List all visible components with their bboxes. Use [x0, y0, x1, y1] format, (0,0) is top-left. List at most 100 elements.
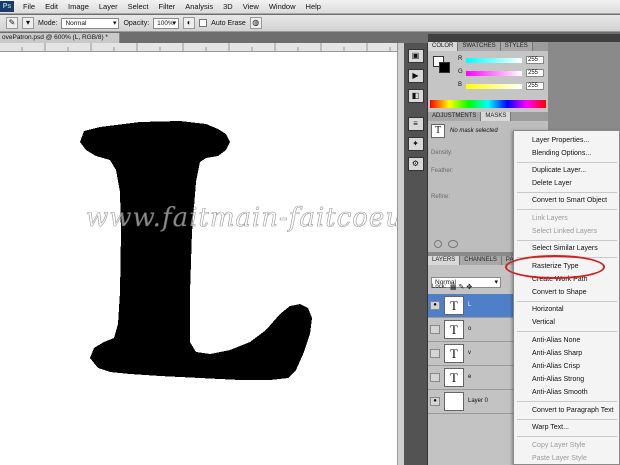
layer-name: Layer 0	[468, 398, 489, 404]
density-label: Density:	[431, 150, 453, 156]
tablet-pressure-icon[interactable]: ◍	[249, 17, 262, 29]
lock-label: Lock:	[432, 284, 447, 290]
menu-item-anti-alias-crisp[interactable]: Anti-Alias Crisp	[532, 363, 580, 370]
menu-separator	[517, 209, 617, 210]
eye-icon[interactable]: ●	[430, 301, 440, 310]
menu-image[interactable]: Image	[63, 2, 94, 11]
background-color-swatch[interactable]	[439, 62, 450, 73]
menu-file[interactable]: File	[18, 2, 40, 11]
text-layer-thumb: T	[444, 344, 464, 363]
vertical-scrollbar[interactable]	[397, 43, 404, 465]
menu-item-convert-to-shape[interactable]: Convert to Shape	[532, 289, 586, 296]
menu-item-vertical[interactable]: Vertical	[532, 319, 555, 326]
clone-source-icon[interactable]: ✦	[407, 137, 424, 151]
tab-adjustments[interactable]: ADJUSTMENTS	[428, 112, 482, 121]
red-slider[interactable]	[466, 58, 522, 63]
lock-icons[interactable]: ▦ ✎ ✥	[450, 283, 472, 291]
blue-label: B	[458, 82, 463, 88]
menu-separator	[517, 192, 617, 193]
text-layer-thumb: T	[444, 296, 464, 315]
tool-presets-icon[interactable]: ⚙	[407, 157, 424, 171]
menu-select[interactable]: Select	[123, 2, 154, 11]
navigator-icon[interactable]: ◧	[407, 89, 424, 103]
menu-view[interactable]: View	[238, 2, 264, 11]
brushes-icon[interactable]: ≡	[407, 117, 424, 131]
layer-row-layer-0[interactable]: ● Layer 0	[428, 390, 518, 414]
menu-item-delete-layer[interactable]: Delete Layer	[532, 180, 572, 187]
text-layer-thumb: T	[444, 320, 464, 339]
tab-masks[interactable]: MASKS	[481, 112, 512, 121]
menu-3d[interactable]: 3D	[218, 2, 238, 11]
green-slider[interactable]	[466, 71, 522, 76]
opacity-field[interactable]: 100%	[153, 17, 180, 29]
menu-edit[interactable]: Edit	[40, 2, 63, 11]
layers-panel-tabs: LAYERS CHANNELS PA	[428, 256, 519, 265]
blue-slider-row: B 255	[458, 82, 548, 92]
eye-icon[interactable]: ●	[430, 397, 440, 406]
opacity-label: Opacity:	[123, 19, 150, 27]
tab-color[interactable]: COLOR	[428, 42, 459, 51]
pressure-opacity-icon[interactable]: ◐	[183, 17, 196, 29]
menu-item-select-similar-layers[interactable]: Select Similar Layers	[532, 245, 598, 252]
blue-value-field[interactable]: 255	[526, 82, 544, 90]
document-canvas[interactable]	[0, 52, 397, 465]
actions-icon[interactable]: ▶	[407, 69, 424, 83]
panel-icon-strip: ▣ ▶ ◧ ≡ ✦ ⚙	[404, 43, 428, 465]
brush-preset-icon[interactable]: ▾	[22, 17, 34, 29]
red-slider-row: R 255	[458, 56, 548, 66]
menu-item-anti-alias-sharp[interactable]: Anti-Alias Sharp	[532, 350, 582, 357]
menu-item-warp-text[interactable]: Warp Text...	[532, 424, 569, 431]
mode-label: Mode:	[38, 19, 58, 27]
tab-channels[interactable]: CHANNELS	[460, 256, 502, 265]
menu-item-convert-smart-object[interactable]: Convert to Smart Object	[532, 197, 607, 204]
menu-item-horizontal[interactable]: Horizontal	[532, 306, 564, 313]
menu-help[interactable]: Help	[301, 2, 326, 11]
layer-row-v[interactable]: T v	[428, 342, 518, 366]
layer-context-menu: Layer Properties... Blending Options... …	[513, 130, 620, 465]
menu-item-duplicate-layer[interactable]: Duplicate Layer...	[532, 167, 586, 174]
menu-item-anti-alias-strong[interactable]: Anti-Alias Strong	[532, 376, 584, 383]
history-icon[interactable]: ▣	[407, 49, 424, 63]
menu-analysis[interactable]: Analysis	[180, 2, 218, 11]
tab-layers[interactable]: LAYERS	[428, 256, 461, 265]
eye-icon[interactable]	[430, 325, 440, 334]
menu-item-anti-alias-smooth[interactable]: Anti-Alias Smooth	[532, 389, 588, 396]
mode-select[interactable]: Normal	[61, 17, 120, 29]
layer-row-l[interactable]: ● T L	[428, 294, 518, 318]
layer-name: o	[468, 326, 472, 332]
visibility-icon[interactable]	[448, 240, 458, 248]
tab-swatches[interactable]: SWATCHES	[458, 42, 501, 51]
menu-separator	[517, 240, 617, 241]
green-label: G	[458, 69, 463, 75]
green-slider-row: G 255	[458, 69, 548, 79]
menu-item-convert-paragraph-text[interactable]: Convert to Paragraph Text	[532, 407, 614, 414]
brush-tool-icon[interactable]: ✎	[6, 17, 18, 29]
layer-name: v	[468, 350, 471, 356]
selection-icon[interactable]	[434, 240, 442, 248]
menu-filter[interactable]: Filter	[154, 2, 181, 11]
app-logo-icon: Ps	[0, 1, 14, 12]
blue-slider[interactable]	[466, 84, 522, 89]
menu-layer[interactable]: Layer	[94, 2, 123, 11]
color-spectrum-bar[interactable]	[430, 100, 546, 108]
document-tab[interactable]: ovePatron.psd @ 600% (L, RGB/8) *	[0, 33, 120, 43]
menu-separator	[517, 401, 617, 402]
layer-name: L	[468, 302, 472, 308]
tab-styles[interactable]: STYLES	[500, 42, 533, 51]
eye-icon[interactable]	[430, 373, 440, 382]
menu-item-layer-properties[interactable]: Layer Properties...	[532, 137, 589, 144]
layer-row-e[interactable]: T e	[428, 366, 518, 390]
color-panel-tabs: COLOR SWATCHES STYLES	[428, 42, 548, 51]
feather-label: Feather:	[431, 168, 454, 174]
text-layer-thumb: T	[444, 368, 464, 387]
layer-row-o[interactable]: T o	[428, 318, 518, 342]
green-value-field[interactable]: 255	[526, 69, 544, 77]
menu-window[interactable]: Window	[264, 2, 301, 11]
menu-separator	[517, 301, 617, 302]
menu-item-blending-options[interactable]: Blending Options...	[532, 150, 591, 157]
menu-item-select-linked-layers: Select Linked Layers	[532, 228, 597, 235]
red-value-field[interactable]: 255	[526, 56, 544, 64]
eye-icon[interactable]	[430, 349, 440, 358]
menu-item-anti-alias-none[interactable]: Anti-Alias None	[532, 337, 580, 344]
auto-erase-checkbox[interactable]	[199, 19, 208, 27]
